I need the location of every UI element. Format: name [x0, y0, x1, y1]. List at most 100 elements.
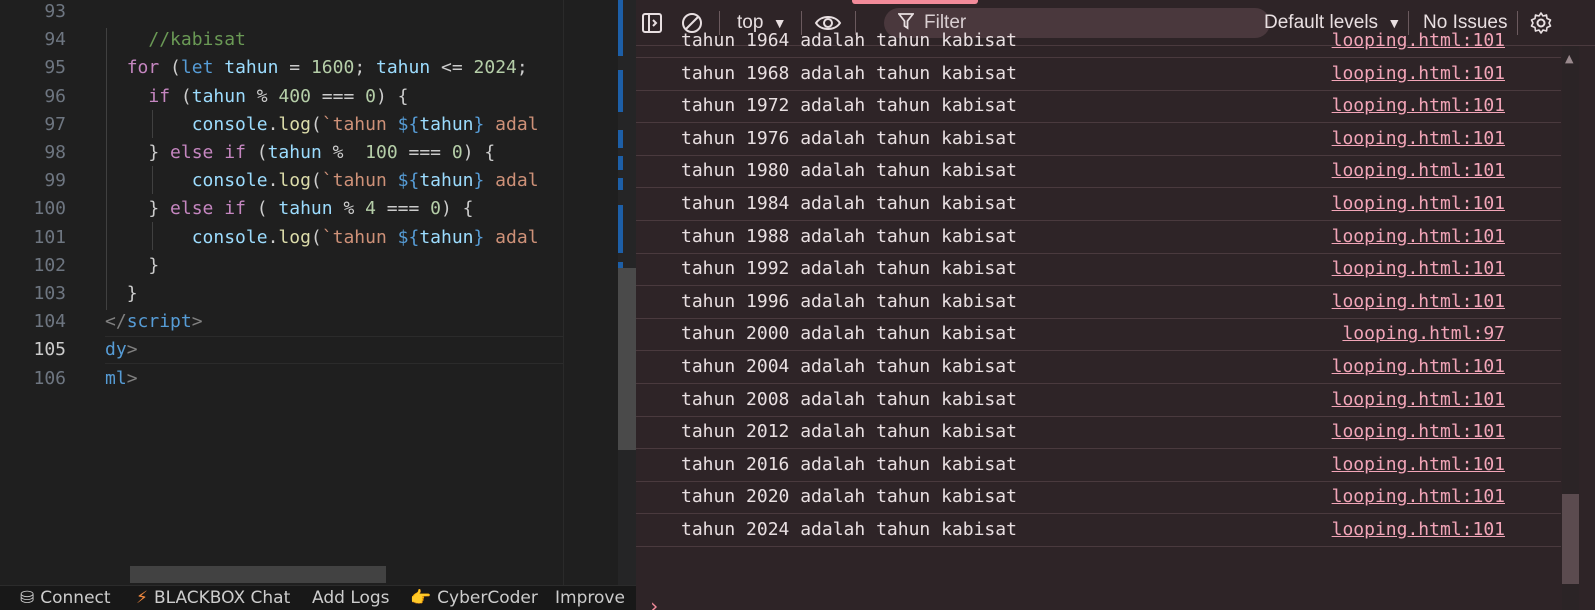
console-message[interactable]: tahun 2024 adalah tahun kabisat looping.h… [636, 514, 1561, 547]
console-message[interactable]: tahun 1996 adalah tahun kabisat looping.h… [636, 286, 1561, 319]
console-message[interactable]: tahun 1988 adalah tahun kabisat looping.h… [636, 221, 1561, 254]
console-source-link[interactable]: looping.html:97 [1342, 323, 1505, 344]
code-token: 4 [365, 198, 376, 220]
console-source-link[interactable]: looping.html:101 [1332, 291, 1505, 312]
code-line[interactable]: 103 } [0, 280, 563, 308]
console-source-link[interactable]: looping.html:101 [1332, 63, 1505, 84]
console-source-link[interactable]: looping.html:101 [1332, 389, 1505, 410]
code-line[interactable]: 96 if (tahun % 400 === 0) { [0, 83, 563, 111]
indent-guide [106, 28, 107, 310]
current-line-highlight [105, 336, 563, 365]
code-token: tahun [376, 57, 431, 79]
console-message[interactable]: tahun 1964 adalah tahun kabisat looping.h… [636, 25, 1561, 58]
console-message[interactable]: tahun 2012 adalah tahun kabisat looping.h… [636, 416, 1561, 450]
line-number: 103 [33, 283, 66, 304]
console-message[interactable]: tahun 1984 adalah tahun kabisat looping.h… [636, 188, 1561, 221]
status-item-connect[interactable]: ⛁ Connect [20, 588, 111, 608]
code-token: tahun [191, 85, 246, 107]
code-area[interactable]: 93 94 //kabisat 95 for (let tahun = 1600; … [0, 0, 563, 585]
code-text: ml> [105, 368, 138, 389]
console-source-link[interactable]: looping.html:101 [1332, 356, 1505, 377]
console-source-link[interactable]: looping.html:101 [1332, 421, 1505, 442]
scrollbar-change-marker [618, 178, 623, 190]
code-line[interactable]: 106 ml> [0, 365, 563, 393]
minimap[interactable] [563, 0, 619, 585]
code-line[interactable]: 98 } else if (tahun % 100 === 0) { [0, 139, 563, 167]
console-source-link[interactable]: looping.html:101 [1332, 486, 1505, 507]
code-line[interactable]: 95 for (let tahun = 1600; tahun <= 2024; [0, 54, 563, 82]
status-item-label: Improve [555, 588, 625, 608]
status-item-label: Add Logs [312, 588, 390, 608]
console-message[interactable]: tahun 1980 adalah tahun kabisat looping.h… [636, 155, 1561, 189]
console-message[interactable]: tahun 1992 adalah tahun kabisat looping.h… [636, 253, 1561, 287]
console-source-link[interactable]: looping.html:101 [1332, 128, 1505, 149]
code-token: } [126, 283, 138, 304]
console-message[interactable]: tahun 2016 adalah tahun kabisat looping.h… [636, 449, 1561, 482]
code-token: <= [430, 57, 474, 79]
console-message[interactable]: tahun 2000 adalah tahun kabisat looping.h… [636, 318, 1561, 352]
code-token: } [473, 226, 485, 248]
code-token: 0 [430, 198, 441, 220]
code-token: ; [516, 57, 528, 79]
code-token: 2024 [473, 57, 517, 79]
console-prompt-icon[interactable]: › [648, 594, 660, 610]
code-text: //kabisat [105, 29, 246, 50]
scrollbar-change-marker [618, 130, 623, 148]
status-item-blackbox-chat[interactable]: ⚡ BLACKBOX Chat [136, 588, 290, 608]
code-token: % [321, 142, 366, 163]
code-token: ) { [375, 85, 409, 107]
console-message[interactable]: tahun 2004 adalah tahun kabisat looping.h… [636, 351, 1561, 384]
console-source-link[interactable]: looping.html:101 [1332, 160, 1505, 181]
console-source-link[interactable]: looping.html:101 [1332, 226, 1505, 247]
status-item-add-logs[interactable]: Add Logs [312, 588, 390, 608]
code-line[interactable]: 102 } [0, 252, 563, 280]
code-line[interactable]: 105 dy> [0, 336, 563, 365]
code-token: % [332, 198, 366, 220]
code-token: console [191, 170, 268, 192]
code-text: } [105, 255, 159, 276]
console-message[interactable]: tahun 1968 adalah tahun kabisat looping.h… [636, 58, 1561, 91]
code-token: 1600 [310, 57, 355, 79]
code-token: ( [310, 113, 322, 135]
console-source-link[interactable]: looping.html:101 [1332, 519, 1505, 540]
editor-scrollbar-thumb[interactable] [618, 268, 636, 450]
console-source-link[interactable]: looping.html:101 [1332, 193, 1505, 214]
indent-guide [152, 110, 153, 138]
console-message[interactable]: tahun 2008 adalah tahun kabisat looping.h… [636, 384, 1561, 417]
code-line[interactable]: 97 console.log(`tahun ${tahun} adal [0, 111, 563, 139]
console-scrollbar-thumb[interactable] [1562, 494, 1579, 584]
status-item-cybercoder[interactable]: 👉 CyberCoder [410, 588, 538, 608]
code-token: > [191, 311, 203, 333]
code-token: tahun [278, 198, 333, 220]
code-text: } [105, 283, 138, 304]
status-item-improve[interactable]: Improve [555, 588, 625, 608]
console-source-link[interactable]: looping.html:101 [1332, 454, 1505, 475]
code-token: ( [245, 198, 279, 220]
code-line[interactable]: 94 //kabisat [0, 26, 563, 54]
console-source-link[interactable]: looping.html:101 [1332, 95, 1505, 116]
horizontal-scrollbar[interactable] [130, 566, 386, 583]
code-token: ( [159, 57, 181, 79]
console-message[interactable]: tahun 1976 adalah tahun kabisat looping.h… [636, 123, 1561, 156]
code-editor-pane: 93 94 //kabisat 95 for (let tahun = 1600; … [0, 0, 636, 610]
line-number: 98 [44, 142, 66, 163]
console-source-link[interactable]: looping.html:101 [1332, 30, 1505, 51]
console-message-text: tahun 2024 adalah tahun kabisat [681, 519, 1017, 540]
console-message[interactable]: tahun 1972 adalah tahun kabisat looping.h… [636, 90, 1561, 124]
console-messages[interactable]: tahun 2024 adalah tahun kabisat looping.h… [636, 30, 1561, 610]
code-line[interactable]: 93 [0, 0, 563, 26]
code-line[interactable]: 99 console.log(`tahun ${tahun} adal [0, 167, 563, 195]
code-line[interactable]: 104 </script> [0, 308, 563, 336]
code-line[interactable]: 101 console.log(`tahun ${tahun} adal [0, 224, 563, 252]
scroll-up-arrow-icon[interactable]: ▲ [1565, 52, 1573, 65]
console-message-text: tahun 1964 adalah tahun kabisat [681, 30, 1017, 51]
line-number: 96 [44, 85, 66, 107]
database-icon: ⛁ [20, 588, 35, 608]
console-source-link[interactable]: looping.html:101 [1332, 258, 1505, 279]
code-token: ${ [397, 113, 420, 135]
console-message[interactable]: tahun 2020 adalah tahun kabisat looping.h… [636, 481, 1561, 515]
code-line[interactable]: 100 } else if ( tahun % 4 === 0) { [0, 195, 563, 223]
